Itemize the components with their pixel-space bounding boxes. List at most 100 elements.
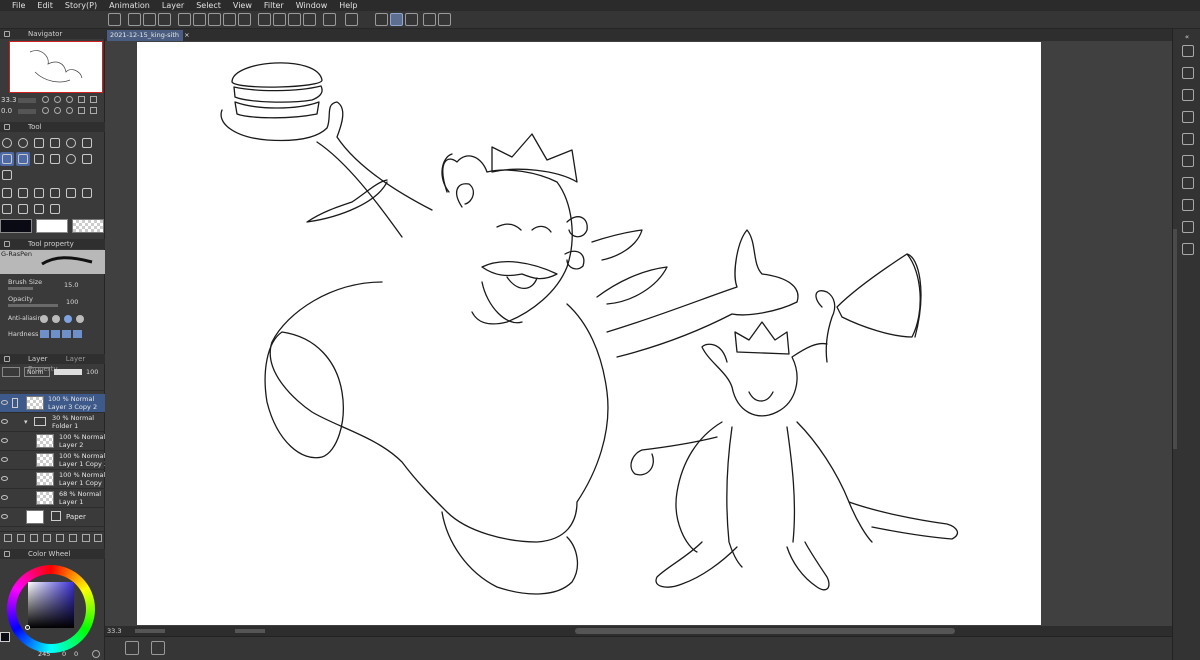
panel-menu-icon[interactable] [4, 31, 10, 37]
eye-icon[interactable] [1, 495, 8, 500]
brush-preview[interactable]: G-RasPen [0, 250, 105, 274]
layer-opacity-slider[interactable] [54, 369, 82, 375]
open-file-icon[interactable] [143, 13, 156, 26]
folder-expand-icon[interactable]: ▾ [24, 418, 28, 426]
status-zoom-slider[interactable] [135, 629, 165, 633]
antialiasing-row[interactable]: Anti-aliasing [0, 313, 105, 325]
new-raster-layer-icon[interactable] [4, 534, 12, 542]
blend-tool[interactable] [64, 152, 78, 166]
layer-row[interactable]: Paper [0, 508, 105, 527]
save-icon[interactable] [158, 13, 171, 26]
fill-tool[interactable] [0, 168, 14, 182]
menu-file[interactable]: File [6, 0, 31, 11]
zoom-slider[interactable] [18, 98, 36, 103]
decoration-tool[interactable] [48, 202, 62, 216]
zoom-tool[interactable] [0, 136, 14, 150]
history-icon[interactable] [1182, 111, 1194, 123]
rotate-left-icon[interactable] [42, 107, 49, 114]
lasso-tool[interactable] [16, 136, 30, 150]
horizontal-scrollbar[interactable] [575, 628, 955, 634]
shape-tool[interactable] [64, 186, 78, 200]
select-all-icon[interactable] [303, 13, 316, 26]
intermediate-color-icon[interactable] [1182, 199, 1194, 211]
close-panel-icon[interactable] [1182, 89, 1194, 101]
layer-row[interactable]: ▾ 30 % Normal Folder 1 [0, 413, 105, 432]
transform-icon[interactable] [288, 13, 301, 26]
material-icon[interactable] [1182, 45, 1194, 57]
rotate-right-icon[interactable] [66, 107, 73, 114]
layer-row[interactable]: 100 % Normal Layer 1 Copy [0, 470, 105, 489]
collapse-arrow-icon[interactable]: « [1173, 33, 1200, 41]
pencil-tool[interactable] [16, 152, 30, 166]
eye-icon[interactable] [1, 457, 8, 462]
brush-tool[interactable] [32, 152, 46, 166]
correct-line-tool[interactable] [32, 202, 46, 216]
figure-tool[interactable] [16, 186, 30, 200]
hardness-selector[interactable] [40, 330, 84, 338]
item-bank-icon[interactable] [1182, 155, 1194, 167]
document-tab[interactable]: 2021-12-15_king-sith × [107, 30, 190, 41]
aa-medium-option[interactable] [64, 315, 72, 323]
snap-grid-icon[interactable] [405, 13, 418, 26]
rotate-reset-icon[interactable] [54, 107, 61, 114]
blend-mode-select[interactable]: Norm [24, 367, 50, 377]
move-tool[interactable] [48, 136, 62, 150]
aa-none-option[interactable] [40, 315, 48, 323]
lasso-select-tool[interactable] [64, 136, 78, 150]
status-rotate-slider[interactable] [235, 629, 265, 633]
opacity-row[interactable]: Opacity 100 [0, 294, 105, 308]
flip-vertical-icon[interactable] [90, 107, 97, 114]
vertical-scrollbar[interactable] [1173, 229, 1177, 449]
timeline-icon[interactable] [125, 641, 139, 655]
brush-size-slider[interactable] [8, 287, 33, 290]
eye-icon[interactable] [1, 419, 8, 424]
menu-view[interactable]: View [227, 0, 258, 11]
transparent-color-swatch[interactable] [72, 219, 104, 233]
eye-icon[interactable] [1, 400, 8, 405]
fit-window-icon[interactable] [90, 96, 97, 103]
transfer-icon[interactable] [43, 534, 51, 542]
line-tool[interactable] [80, 186, 94, 200]
eye-icon[interactable] [1, 514, 8, 519]
show-area-icon[interactable] [323, 13, 336, 26]
menu-select[interactable]: Select [190, 0, 227, 11]
layer-row[interactable]: 100 % Normal Layer 1 Copy 2 [0, 451, 108, 470]
layer-icon[interactable] [423, 13, 436, 26]
current-color-swatch[interactable] [0, 632, 10, 642]
panel-menu-icon[interactable] [4, 356, 10, 362]
pen-tool[interactable] [0, 152, 14, 166]
menu-story[interactable]: Story(P) [59, 0, 103, 11]
navigator-preview[interactable] [9, 41, 103, 93]
layer-opacity-value[interactable]: 100 [86, 368, 98, 376]
text-tool[interactable] [0, 202, 14, 216]
ruler-layer-icon[interactable] [82, 534, 90, 542]
drawing-canvas[interactable] [137, 42, 1041, 625]
close-tab-icon[interactable]: × [184, 31, 189, 39]
select-tool[interactable] [32, 136, 46, 150]
clip-studio-icon[interactable] [108, 13, 121, 26]
zoom-fit-icon[interactable] [66, 96, 73, 103]
panel-menu-icon[interactable] [4, 241, 10, 247]
color-settings-icon[interactable] [92, 650, 100, 658]
brush-size-row[interactable]: Brush Size 15.0 [0, 277, 105, 291]
aa-weak-option[interactable] [52, 315, 60, 323]
layer-row[interactable]: 100 % Normal Layer 3 Copy 2 [0, 394, 105, 413]
sub-tool-icon[interactable] [1182, 67, 1194, 79]
panel-menu-icon[interactable] [4, 551, 10, 557]
layer-search-icon[interactable] [1182, 133, 1194, 145]
panel-menu-icon[interactable] [4, 124, 10, 130]
color-set-icon[interactable] [1182, 177, 1194, 189]
flip-horizontal-icon[interactable] [78, 107, 85, 114]
balloon-tool[interactable] [16, 202, 30, 216]
zoom-out-icon[interactable] [42, 96, 49, 103]
new-folder-icon[interactable] [30, 534, 38, 542]
approximate-color-icon[interactable] [1182, 221, 1194, 233]
menu-edit[interactable]: Edit [31, 0, 59, 11]
gradient-tool[interactable] [0, 186, 14, 200]
layer-row[interactable]: 100 % Normal Layer 2 [0, 432, 105, 451]
snap-ruler-icon[interactable] [375, 13, 388, 26]
menu-layer[interactable]: Layer [156, 0, 190, 11]
trash-icon[interactable] [178, 13, 191, 26]
layer-color-dropdown[interactable] [2, 367, 20, 377]
rotation-value[interactable]: 0.0 [1, 107, 12, 115]
